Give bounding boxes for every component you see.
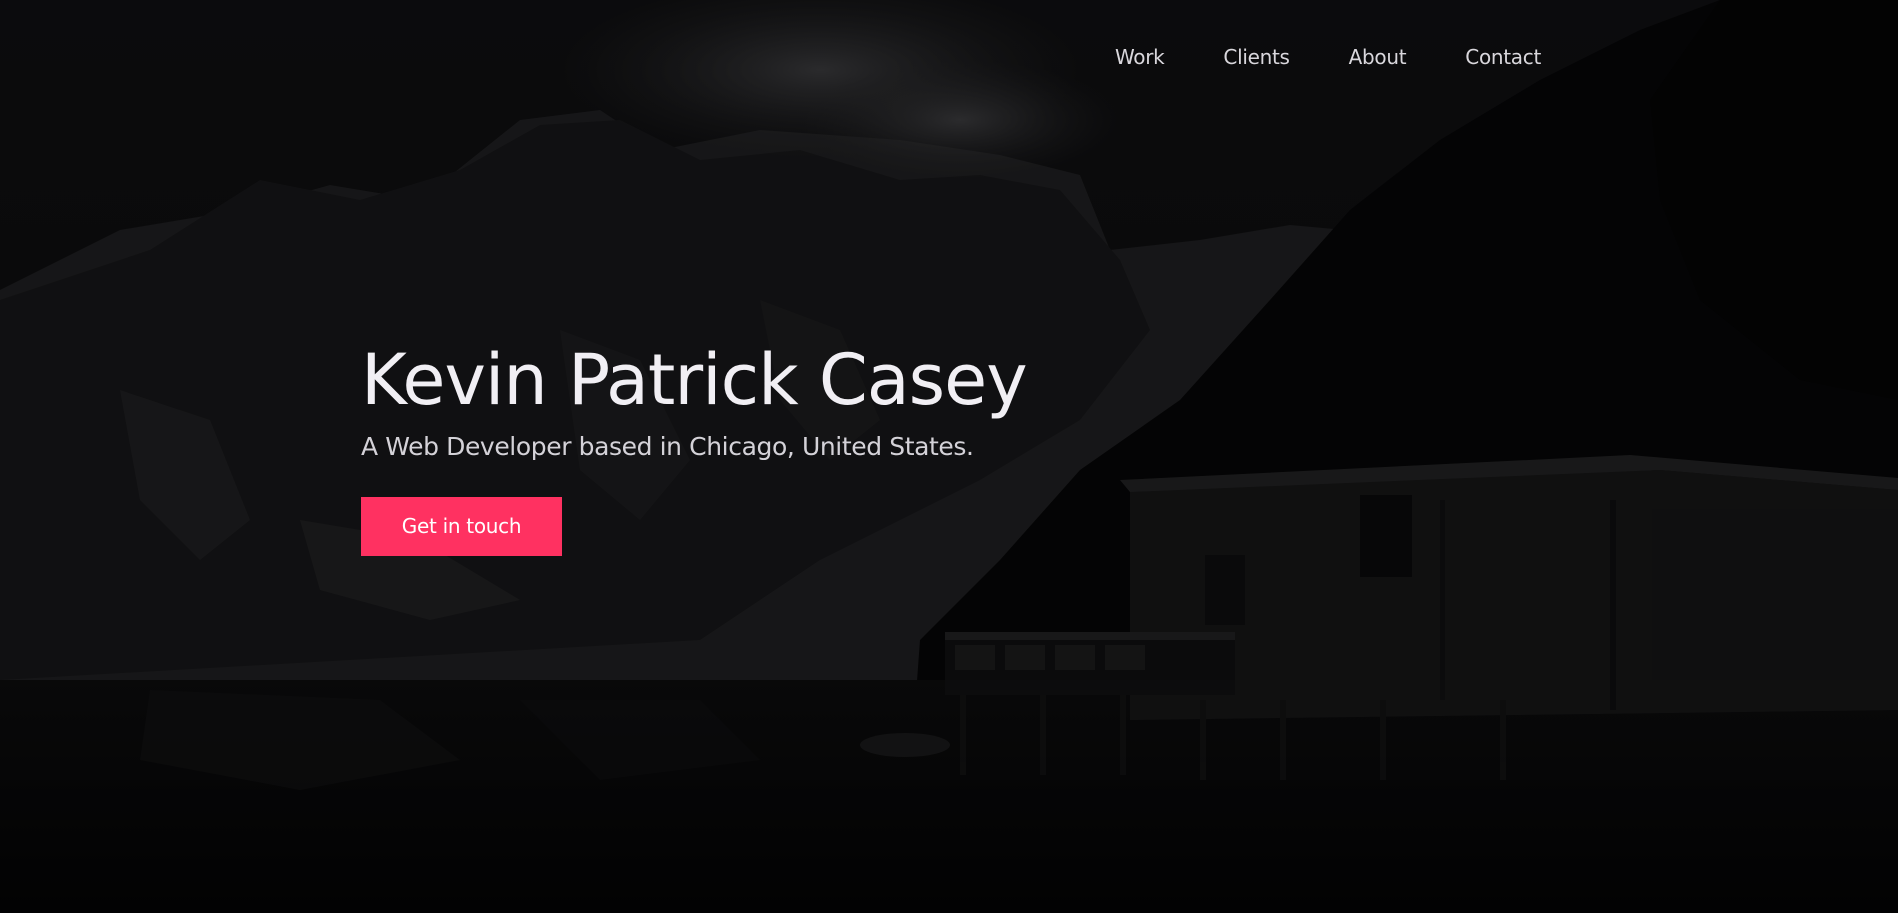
- hero-title: Kevin Patrick Casey: [361, 339, 1028, 421]
- hero-content: Kevin Patrick Casey A Web Developer base…: [361, 336, 1028, 556]
- nav-item-contact[interactable]: Contact: [1465, 44, 1541, 70]
- nav-item-work[interactable]: Work: [1115, 44, 1165, 70]
- get-in-touch-button[interactable]: Get in touch: [361, 497, 562, 556]
- hero-section: Work Clients About Contact Kevin Patrick…: [0, 0, 1898, 913]
- hero-subtitle: A Web Developer based in Chicago, United…: [361, 432, 974, 461]
- nav-item-about[interactable]: About: [1349, 44, 1407, 70]
- main-nav: Work Clients About Contact: [1115, 44, 1541, 70]
- nav-item-clients[interactable]: Clients: [1223, 44, 1290, 70]
